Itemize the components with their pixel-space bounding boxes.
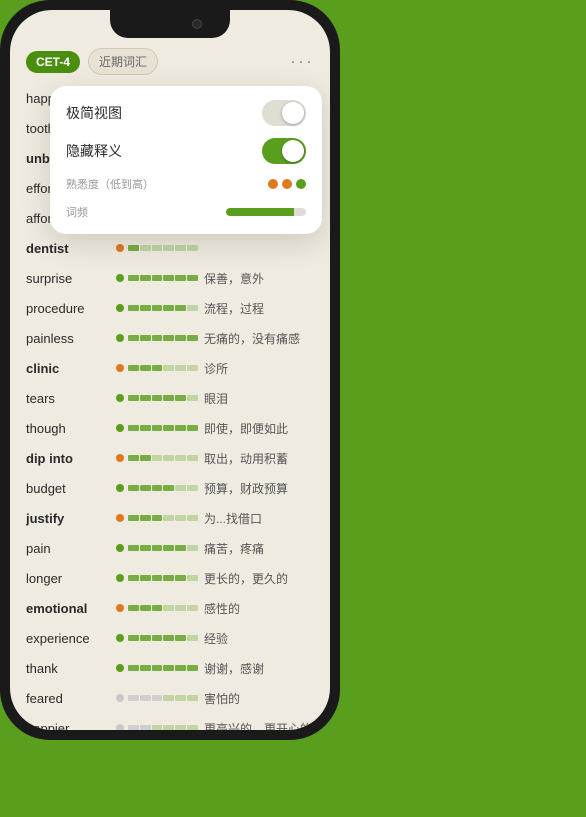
simple-view-toggle[interactable] [262, 100, 306, 126]
table-row[interactable]: dip into 取出，动用积蓄 [26, 443, 314, 473]
dot-indicator [116, 664, 124, 672]
table-row[interactable]: painless 无痛的，没有痛感 [26, 323, 314, 353]
tag-cet4[interactable]: CET-4 [26, 51, 80, 73]
word-text: surprise [26, 271, 116, 286]
word-text: thank [26, 661, 116, 676]
table-row[interactable]: dentist [26, 233, 314, 263]
dot-indicator [116, 514, 124, 522]
frequency-label: 词频 [66, 204, 88, 220]
table-row[interactable]: clinic 诊所 [26, 353, 314, 383]
dot-indicator [116, 334, 124, 342]
word-meaning: 流程，过程 [204, 300, 314, 317]
word-meaning: 诊所 [204, 360, 314, 377]
word-text: justify [26, 511, 116, 526]
familiarity-label: 熟悉度（低到高） [66, 176, 154, 192]
word-text: feared [26, 691, 116, 706]
word-meaning: 无痛的，没有痛感 [204, 330, 314, 347]
word-text: longer [26, 571, 116, 586]
word-meaning: 眼泪 [204, 390, 314, 407]
word-text: happier [26, 721, 116, 731]
dot-indicator [116, 364, 124, 372]
simple-view-label: 极简视图 [66, 103, 122, 123]
table-row[interactable]: tears 眼泪 [26, 383, 314, 413]
camera [192, 19, 202, 29]
notch [110, 10, 230, 38]
header: CET-4 近期词汇 ··· [26, 38, 314, 83]
table-row[interactable]: happier 更高兴的，更开心的 [26, 713, 314, 730]
tag-recent[interactable]: 近期词汇 [88, 48, 158, 75]
hide-meaning-label: 隐藏释义 [66, 141, 122, 161]
word-meaning: 为...找借口 [204, 510, 314, 527]
word-meaning: 预算，财政预算 [204, 480, 314, 497]
word-text: painless [26, 331, 116, 346]
word-meaning: 害怕的 [204, 690, 314, 707]
table-row[interactable]: procedure 流程，过程 [26, 293, 314, 323]
table-row[interactable]: surprise 保善，意外 [26, 263, 314, 293]
word-text: experience [26, 631, 116, 646]
table-row[interactable]: feared 害怕的 [26, 683, 314, 713]
word-text: clinic [26, 361, 116, 376]
word-text: emotional [26, 601, 116, 616]
familiarity-dots [268, 179, 306, 189]
word-meaning: 痛苦，疼痛 [204, 540, 314, 557]
dot-indicator [116, 424, 124, 432]
word-meaning: 更高兴的，更开心的 [204, 720, 314, 731]
hide-meaning-toggle[interactable] [262, 138, 306, 164]
dot-indicator [116, 694, 124, 702]
word-meaning: 取出，动用积蓄 [204, 450, 314, 467]
word-text: though [26, 421, 116, 436]
settings-popup: 极简视图 隐藏释义 熟悉度（低到高） [50, 86, 322, 234]
dot-indicator [116, 244, 124, 252]
table-row[interactable]: thank 谢谢，感谢 [26, 653, 314, 683]
dot-indicator [116, 574, 124, 582]
dot-indicator [116, 394, 124, 402]
dot-indicator [116, 304, 124, 312]
dot-indicator [116, 724, 124, 730]
word-text: tears [26, 391, 116, 406]
word-text: budget [26, 481, 116, 496]
word-meaning: 经验 [204, 630, 314, 647]
dot-indicator [116, 274, 124, 282]
table-row[interactable]: justify 为...找借口 [26, 503, 314, 533]
word-meaning: 谢谢，感谢 [204, 660, 314, 677]
table-row[interactable]: experience 经验 [26, 623, 314, 653]
table-row[interactable]: though 即使，即便如此 [26, 413, 314, 443]
table-row[interactable]: pain 痛苦，疼痛 [26, 533, 314, 563]
dot-indicator [116, 484, 124, 492]
word-meaning: 更长的，更久的 [204, 570, 314, 587]
dot-indicator [116, 604, 124, 612]
dot-indicator [116, 544, 124, 552]
table-row[interactable]: budget 预算，财政预算 [26, 473, 314, 503]
word-text: dip into [26, 451, 116, 466]
word-meaning: 保善，意外 [204, 270, 314, 287]
table-row[interactable]: emotional 感性的 [26, 593, 314, 623]
word-text: pain [26, 541, 116, 556]
table-row[interactable]: longer 更长的，更久的 [26, 563, 314, 593]
word-meaning: 即使，即便如此 [204, 420, 314, 437]
word-text: procedure [26, 301, 116, 316]
frequency-bar [226, 208, 306, 216]
word-text: dentist [26, 241, 116, 256]
word-meaning: 感性的 [204, 600, 314, 617]
dot-indicator [116, 454, 124, 462]
dot-indicator [116, 634, 124, 642]
more-dots[interactable]: ··· [290, 51, 314, 72]
